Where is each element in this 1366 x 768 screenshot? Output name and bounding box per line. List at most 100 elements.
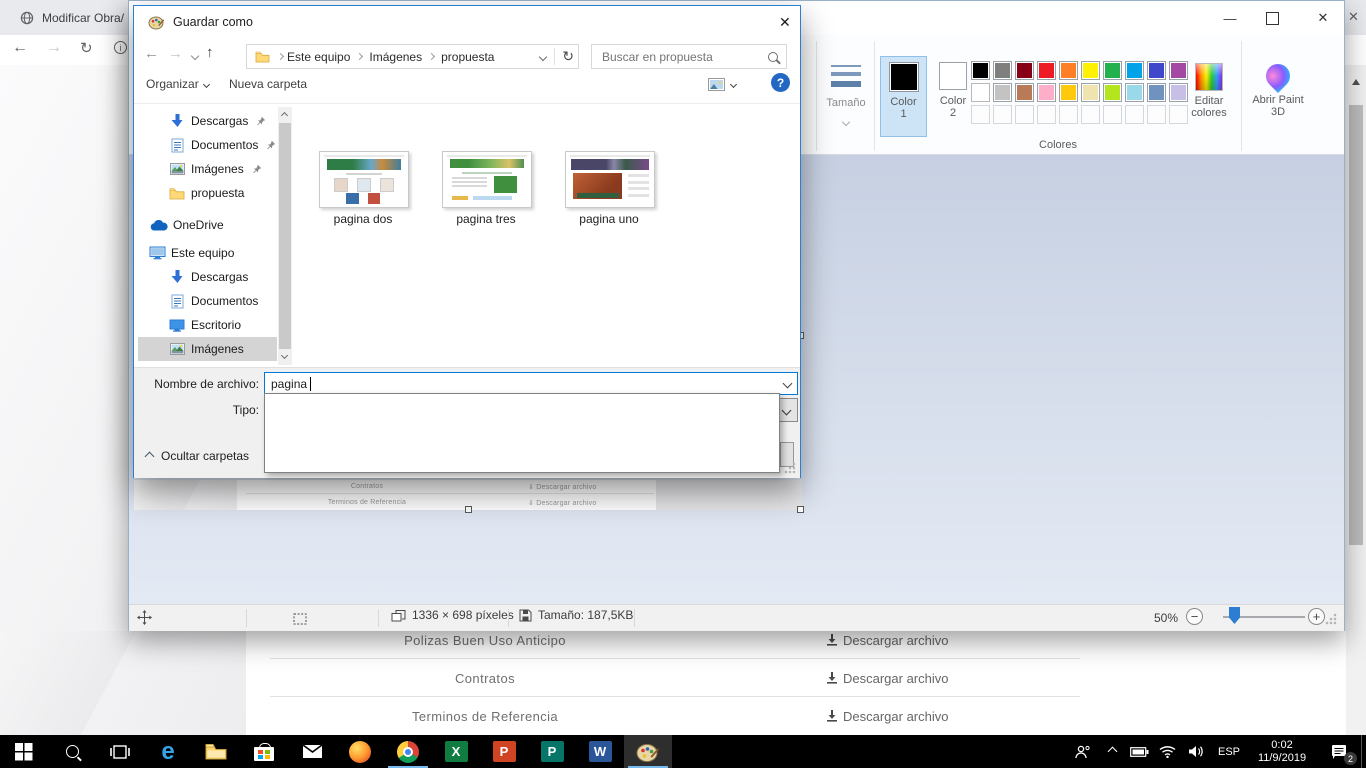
size-button[interactable]: Tamaño (819, 57, 873, 137)
palette-swatch[interactable] (993, 61, 1012, 80)
refresh-icon[interactable]: ↻ (562, 48, 574, 65)
palette-swatch[interactable] (1037, 61, 1056, 80)
taskbar-file-explorer[interactable] (192, 735, 240, 768)
sidebar-item-documentos[interactable]: Documentos (138, 133, 277, 157)
sidebar-item-propuesta[interactable]: propuesta (138, 181, 277, 205)
breadcrumb-segment[interactable]: propuesta (441, 50, 494, 64)
download-link[interactable]: Descargar archivo (826, 631, 949, 649)
breadcrumb-segment[interactable]: Imágenes (369, 50, 422, 64)
search-box[interactable] (591, 44, 787, 69)
show-desktop-button[interactable] (1361, 735, 1366, 768)
nav-back-icon[interactable]: ← (144, 45, 159, 62)
color2-button[interactable]: Color 2 (931, 56, 975, 137)
sidebar-item-imagenes-pc[interactable]: Imágenes (138, 337, 277, 361)
browser-close-icon[interactable]: ✕ (1348, 9, 1359, 25)
sidebar-item-documentos-pc[interactable]: Documentos (138, 289, 277, 313)
sidebar-scrollbar[interactable] (278, 107, 292, 365)
taskbar-chrome[interactable] (384, 735, 432, 768)
palette-swatch[interactable] (1059, 83, 1078, 102)
sidebar-item-descargas[interactable]: Descargas (138, 109, 277, 133)
palette-empty-cell[interactable] (1037, 105, 1056, 124)
file-item[interactable]: pagina dos (319, 151, 407, 226)
address-bar[interactable]: Este equipo Imágenes propuesta ↻ (246, 44, 579, 69)
palette-swatch[interactable] (1015, 61, 1034, 80)
dialog-close-icon[interactable]: ✕ (779, 14, 791, 31)
taskbar-word[interactable]: W (576, 735, 624, 768)
scrollbar-thumb[interactable] (1349, 105, 1363, 545)
palette-empty-cell[interactable] (1147, 105, 1166, 124)
palette-empty-cell[interactable] (971, 105, 990, 124)
taskbar-edge[interactable]: e (144, 735, 192, 768)
edit-colors-button[interactable]: Editar colores (1179, 57, 1239, 137)
palette-swatch[interactable] (1125, 83, 1144, 102)
sidebar-item-escritorio[interactable]: Escritorio (138, 313, 277, 337)
browser-forward-icon[interactable]: → (46, 39, 62, 57)
browser-scrollbar[interactable] (1346, 65, 1366, 735)
palette-swatch[interactable] (1081, 83, 1100, 102)
organize-menu[interactable]: Organizar (146, 77, 209, 91)
nav-history-icon[interactable] (191, 52, 199, 60)
palette-swatch[interactable] (971, 83, 990, 102)
file-item[interactable]: pagina uno (565, 151, 653, 226)
view-mode-button[interactable] (708, 78, 736, 91)
download-link[interactable]: Descargar archivo (826, 707, 949, 725)
canvas-resize-handle[interactable] (465, 506, 472, 513)
palette-swatch[interactable] (1037, 83, 1056, 102)
open-paint3d-button[interactable]: Abrir Paint 3D (1247, 57, 1309, 137)
palette-empty-cell[interactable] (993, 105, 1012, 124)
browser-tab[interactable]: Modificar Obra/ (20, 6, 124, 30)
breadcrumb-segment[interactable]: Este equipo (287, 50, 350, 64)
palette-empty-cell[interactable] (1103, 105, 1122, 124)
palette-swatch[interactable] (1103, 61, 1122, 80)
nav-forward-icon[interactable]: → (168, 45, 183, 62)
task-view-button[interactable] (96, 735, 144, 768)
palette-empty-cell[interactable] (1015, 105, 1034, 124)
palette-swatch[interactable] (971, 61, 990, 80)
palette-swatch[interactable] (1147, 83, 1166, 102)
filename-dropdown-icon[interactable] (783, 379, 793, 389)
palette-empty-cell[interactable] (1125, 105, 1144, 124)
sidebar-item-onedrive[interactable]: OneDrive (138, 213, 277, 237)
taskbar-search-button[interactable] (48, 735, 96, 768)
zoom-out-button[interactable]: − (1186, 608, 1203, 625)
taskbar-store[interactable] (240, 735, 288, 768)
people-icon[interactable] (1065, 735, 1099, 768)
scroll-up-icon[interactable] (1351, 73, 1361, 91)
taskbar-firefox[interactable] (336, 735, 384, 768)
taskbar-excel[interactable]: X (432, 735, 480, 768)
nav-up-icon[interactable]: ↑ (206, 44, 214, 61)
palette-swatch[interactable] (1081, 61, 1100, 80)
maximize-button[interactable] (1266, 12, 1279, 25)
taskbar-powerpoint[interactable]: P (480, 735, 528, 768)
minimize-button[interactable]: — (1219, 9, 1241, 27)
tray-expand-icon[interactable] (1099, 735, 1125, 768)
new-folder-button[interactable]: Nueva carpeta (229, 77, 307, 91)
download-link[interactable]: Descargar archivo (826, 669, 949, 687)
search-input[interactable] (600, 49, 768, 65)
wifi-icon[interactable] (1153, 735, 1181, 768)
palette-empty-cell[interactable] (1081, 105, 1100, 124)
zoom-in-button[interactable]: + (1308, 608, 1325, 625)
taskbar-paint[interactable] (624, 735, 672, 768)
clock[interactable]: 0:02 11/9/2019 (1247, 735, 1317, 768)
site-info-icon[interactable]: i (114, 41, 127, 54)
browser-refresh-icon[interactable]: ↻ (80, 39, 93, 57)
sidebar-item-descargas-pc[interactable]: Descargas (138, 265, 277, 289)
battery-icon[interactable] (1125, 735, 1153, 768)
scrollbar-thumb[interactable] (279, 123, 291, 349)
sidebar-item-imagenes[interactable]: Imágenes (138, 157, 277, 181)
sidebar-item-este-equipo[interactable]: Este equipo (138, 241, 277, 265)
file-item[interactable]: pagina tres (442, 151, 530, 226)
start-button[interactable] (0, 735, 48, 768)
palette-swatch[interactable] (1103, 83, 1122, 102)
scroll-down-icon[interactable] (281, 352, 288, 359)
browser-back-icon[interactable]: ← (12, 39, 28, 57)
scroll-up-icon[interactable] (281, 112, 288, 119)
filename-input[interactable]: pagina (264, 372, 798, 395)
address-dropdown-icon[interactable] (539, 52, 547, 60)
close-button[interactable]: ✕ (1312, 9, 1334, 27)
palette-empty-cell[interactable] (1059, 105, 1078, 124)
dialog-help-icon[interactable]: ? (771, 73, 790, 92)
window-resize-grip[interactable] (1325, 613, 1337, 625)
canvas-resize-handle[interactable] (797, 506, 804, 513)
